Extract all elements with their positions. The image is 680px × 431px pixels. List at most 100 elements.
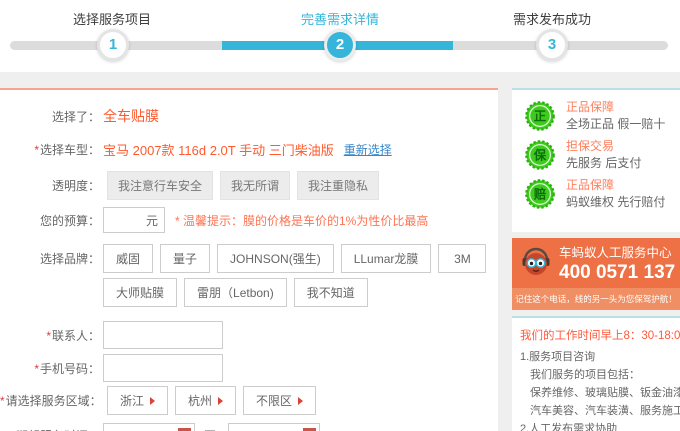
region-district-dropdown[interactable]: 不限区 <box>243 386 316 415</box>
service-center-box: 车蚂蚁人工服务中心 400 0571 137 记住这个电话，线的另一头为您保驾护… <box>512 238 680 310</box>
phone-label-text: 手机号码： <box>40 362 100 376</box>
service-center-phone-number: 400 0571 137 <box>559 262 675 284</box>
contact-label-text: 联系人： <box>52 329 100 343</box>
contact-input[interactable] <box>103 321 223 349</box>
brand-option-letbon[interactable]: 雷朋（Letbon) <box>184 278 287 307</box>
phone-input[interactable] <box>103 354 223 382</box>
car-model-label: *选择车型： <box>0 141 100 158</box>
work-time-line: 1.服务项目咨询 <box>520 348 680 366</box>
step-label-2: 完善需求详情 <box>240 9 440 28</box>
guarantee-box: 正 正品保障 全场正品 假一赔十 保 担保交易 先服务 后支付 赔 正品保障 蚂… <box>512 88 680 232</box>
date-range-separator: 至 <box>204 427 216 431</box>
phone-label: *手机号码： <box>0 360 100 377</box>
budget-input[interactable]: 元 <box>103 207 165 233</box>
transparency-option-neutral[interactable]: 我无所谓 <box>220 171 290 200</box>
required-mark: * <box>0 394 5 408</box>
ant-mascot-icon <box>519 246 553 280</box>
contact-label: *联系人： <box>0 327 100 344</box>
service-time-row: 期望服务时间： 至 <box>0 423 498 431</box>
budget-label: 您的预算： <box>0 212 100 229</box>
region-province-value: 浙江 <box>120 392 144 409</box>
guarantee-text: 担保交易 先服务 后支付 <box>566 139 641 170</box>
brand-option-dashi[interactable]: 大师贴膜 <box>103 278 177 307</box>
service-center-text: 车蚂蚁人工服务中心 400 0571 137 <box>559 242 675 284</box>
guarantee-item-escrow: 保 担保交易 先服务 后支付 <box>512 135 680 174</box>
transparency-row: 透明度： 我注意行车安全 我无所谓 我注重隐私 <box>0 171 498 200</box>
svg-text:保: 保 <box>533 147 547 162</box>
step-label-3: 需求发布成功 <box>452 9 652 28</box>
brand-row: 选择品牌： 威固 量子 JOHNSON(强生) LLumar龙膜 3M 大师贴膜… <box>0 244 498 312</box>
phone-row: *手机号码： <box>0 354 498 382</box>
guarantee-text: 正品保障 全场正品 假一赔十 <box>566 100 665 131</box>
brand-option-3m[interactable]: 3M <box>438 244 486 273</box>
guarantee-desc: 蚂蚁维权 先行赔付 <box>566 195 665 209</box>
work-time-line: 2.人工发布需求协助 <box>520 420 680 431</box>
region-district-value: 不限区 <box>256 392 292 409</box>
steps-header: 选择服务项目 完善需求详情 需求发布成功 1 2 3 <box>0 0 680 72</box>
region-row: *请选择服务区域： 浙江 杭州 不限区 <box>0 386 498 415</box>
brand-option-johnson[interactable]: JOHNSON(强生) <box>217 244 334 273</box>
guarantee-title: 担保交易 <box>566 139 641 153</box>
selected-service-label: 选择了： <box>0 108 100 125</box>
budget-unit: 元 <box>146 212 158 229</box>
page: { "steps": { "items": [ { "number": "1",… <box>0 0 680 431</box>
caret-right-icon <box>298 397 303 405</box>
genuine-seal-icon: 正 <box>524 100 556 132</box>
selected-service-value: 全车贴膜 <box>103 106 159 126</box>
brand-options-line-1: 威固 量子 JOHNSON(强生) LLumar龙膜 3M <box>103 244 493 273</box>
car-model-value: 宝马 2007款 116d 2.0T 手动 三门柴油版 <box>103 140 334 159</box>
brand-options: 威固 量子 JOHNSON(强生) LLumar龙膜 3M 大师贴膜 雷朋（Le… <box>103 244 493 312</box>
contact-row: *联系人： <box>0 321 498 349</box>
budget-row: 您的预算： 元 * 温馨提示：膜的价格是车价的1%为性价比最高 <box>0 207 498 233</box>
escrow-seal-icon: 保 <box>524 139 556 171</box>
region-label-text: 请选择服务区域： <box>6 394 102 408</box>
step-circle-3: 3 <box>536 29 568 61</box>
brand-label: 选择品牌： <box>0 250 100 267</box>
caret-right-icon <box>150 397 155 405</box>
guarantee-title: 正品保障 <box>566 100 665 114</box>
guarantee-title: 正品保障 <box>566 178 665 192</box>
car-model-label-text: 选择车型： <box>40 143 100 157</box>
caret-right-icon <box>218 397 223 405</box>
brand-option-weigu[interactable]: 威固 <box>103 244 153 273</box>
selected-service-row: 选择了： 全车贴膜 <box>0 106 498 126</box>
compensate-seal-icon: 赔 <box>524 178 556 210</box>
region-province-dropdown[interactable]: 浙江 <box>107 386 168 415</box>
guarantee-item-compensate: 赔 正品保障 蚂蚁维权 先行赔付 <box>512 174 680 213</box>
requirement-form-panel: 选择了： 全车贴膜 *选择车型： 宝马 2007款 116d 2.0T 手动 三… <box>0 88 498 431</box>
date-end-input[interactable] <box>228 423 320 431</box>
transparency-option-safety[interactable]: 我注意行车安全 <box>107 171 213 200</box>
guarantee-item-genuine: 正 正品保障 全场正品 假一赔十 <box>512 96 680 135</box>
step-circle-2-active: 2 <box>324 29 356 61</box>
region-city-value: 杭州 <box>188 392 212 409</box>
required-mark: * <box>34 362 39 376</box>
work-time-line: 我们服务的项目包括： <box>520 366 680 384</box>
brand-option-llumar[interactable]: LLumar龙膜 <box>341 244 432 273</box>
service-center-title: 车蚂蚁人工服务中心 <box>559 242 675 261</box>
car-model-row: *选择车型： 宝马 2007款 116d 2.0T 手动 三门柴油版 重新选择 <box>0 140 498 159</box>
region-city-dropdown[interactable]: 杭州 <box>175 386 236 415</box>
service-center-main: 车蚂蚁人工服务中心 400 0571 137 <box>512 238 680 288</box>
work-time-box: 我们的工作时间早上8：30-18:00 1.服务项目咨询 我们服务的项目包括： … <box>512 316 680 431</box>
date-start-input[interactable] <box>103 423 195 431</box>
step-label-1: 选择服务项目 <box>12 9 212 28</box>
brand-options-line-2: 大师贴膜 雷朋（Letbon) 我不知道 <box>103 278 493 307</box>
budget-hint: * 温馨提示：膜的价格是车价的1%为性价比最高 <box>175 212 428 229</box>
guarantee-desc: 先服务 后支付 <box>566 156 641 170</box>
region-label: *请选择服务区域： <box>0 392 100 409</box>
work-time-line: 汽车美容、汽车装潢、服务施工等 <box>520 402 680 420</box>
guarantee-desc: 全场正品 假一赔十 <box>566 117 665 131</box>
step-circle-1: 1 <box>97 29 129 61</box>
service-time-label: 期望服务时间： <box>0 427 100 431</box>
work-time-line: 保养维修、玻璃贴膜、钣金油漆、 <box>520 384 680 402</box>
required-mark: * <box>34 143 39 157</box>
brand-option-unknown[interactable]: 我不知道 <box>294 278 368 307</box>
transparency-option-privacy[interactable]: 我注重隐私 <box>297 171 379 200</box>
service-center-slogan: 记住这个电话，线的另一头为您保驾护航！ <box>512 288 680 310</box>
svg-text:赔: 赔 <box>533 186 546 201</box>
reselect-car-link[interactable]: 重新选择 <box>344 141 392 158</box>
brand-option-liangzi[interactable]: 量子 <box>160 244 210 273</box>
transparency-label: 透明度： <box>0 177 100 194</box>
svg-text:正: 正 <box>534 109 546 123</box>
guarantee-text: 正品保障 蚂蚁维权 先行赔付 <box>566 178 665 209</box>
